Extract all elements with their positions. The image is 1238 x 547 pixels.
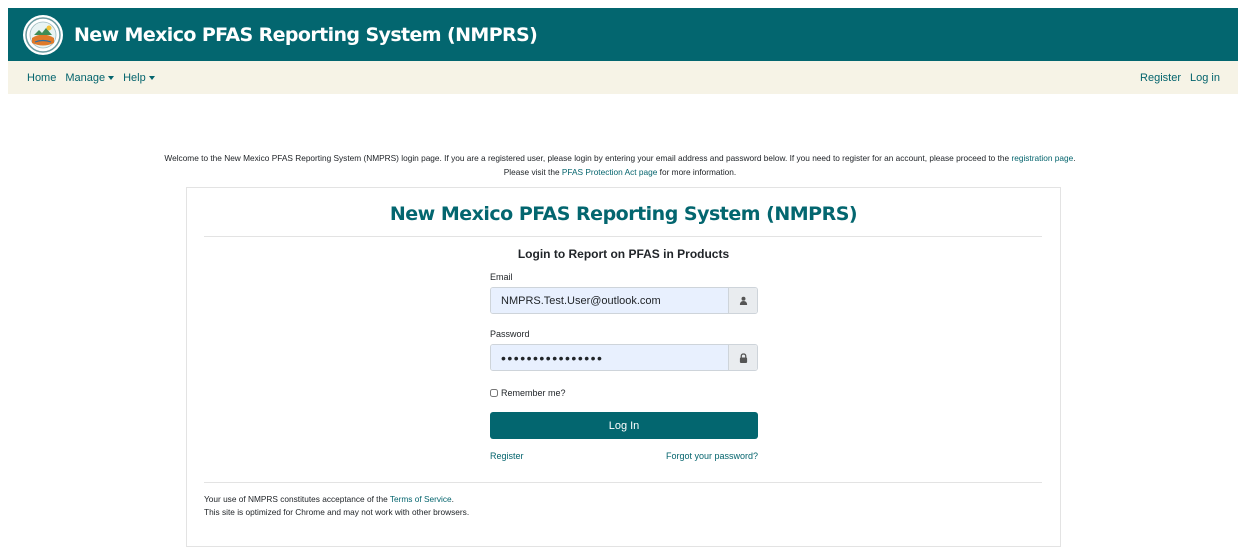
registration-page-link[interactable]: registration page — [1011, 153, 1073, 163]
pfas-act-page-link[interactable]: PFAS Protection Act page — [562, 167, 657, 177]
nav-left: Home Manage Help — [27, 61, 155, 94]
remember-me[interactable]: Remember me? — [490, 388, 566, 398]
nav-home-link[interactable]: Home — [27, 72, 56, 84]
nav-login-link[interactable]: Log in — [1190, 72, 1220, 84]
divider — [204, 482, 1042, 483]
footer-notice: Your use of NMPRS constitutes acceptance… — [204, 493, 469, 519]
nav-manage-dropdown[interactable]: Manage — [65, 71, 115, 84]
app-title: New Mexico PFAS Reporting System (NMPRS) — [74, 23, 538, 46]
caret-down-icon — [148, 75, 155, 80]
nav-help-label: Help — [123, 71, 146, 84]
password-input-group — [490, 344, 758, 371]
app-header: New Mexico PFAS Reporting System (NMPRS) — [8, 8, 1238, 61]
footer-line-1: Your use of NMPRS constitutes acceptance… — [204, 493, 469, 506]
nav-help-dropdown[interactable]: Help — [123, 72, 155, 84]
login-subtitle: Login to Report on PFAS in Products — [517, 247, 730, 261]
footer-text: . — [451, 494, 454, 504]
card-title: New Mexico PFAS Reporting System (NMPRS) — [389, 203, 858, 225]
user-icon — [728, 288, 757, 313]
lock-icon — [728, 345, 757, 370]
login-button[interactable]: Log In — [490, 412, 758, 439]
welcome-message: Welcome to the New Mexico PFAS Reporting… — [160, 151, 1080, 179]
login-card: New Mexico PFAS Reporting System (NMPRS)… — [186, 187, 1061, 547]
register-link[interactable]: Register — [490, 451, 524, 461]
new-mexico-seal-icon[interactable] — [23, 14, 63, 55]
footer-text: Your use of NMPRS constitutes acceptance… — [204, 494, 390, 504]
nav-register-link[interactable]: Register — [1140, 72, 1181, 84]
forgot-password-link[interactable]: Forgot your password? — [666, 451, 758, 461]
remember-me-label: Remember me? — [501, 388, 566, 398]
welcome-text-1: Welcome to the New Mexico PFAS Reporting… — [164, 153, 1012, 163]
caret-down-icon — [108, 75, 115, 80]
terms-of-service-link[interactable]: Terms of Service — [390, 494, 452, 504]
email-input-group — [490, 287, 758, 314]
password-field[interactable] — [491, 345, 728, 370]
email-label: Email — [490, 272, 513, 282]
welcome-text-3: for more information. — [657, 167, 737, 177]
remember-me-checkbox[interactable] — [490, 389, 498, 397]
footer-line-2: This site is optimized for Chrome and ma… — [204, 507, 470, 517]
nav-manage-label: Manage — [65, 71, 106, 84]
password-label: Password — [490, 329, 530, 339]
email-field[interactable] — [491, 288, 728, 313]
divider — [204, 236, 1042, 237]
nav-right: Register Log in — [1140, 61, 1220, 94]
top-nav: Home Manage Help Register Log in — [8, 61, 1238, 94]
